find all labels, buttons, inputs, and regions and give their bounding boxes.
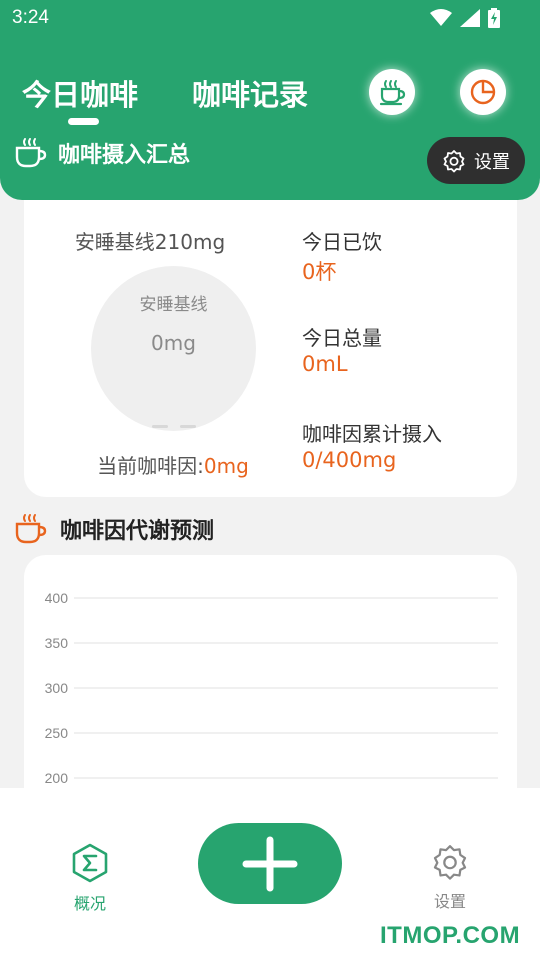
caffeine-total-value: 0/400mg	[302, 448, 397, 472]
gauge-value: 0mg	[151, 331, 196, 355]
today-volume-label: 今日总量	[302, 326, 382, 350]
gear-icon	[443, 149, 465, 172]
tab-coffee-record[interactable]: 咖啡记录	[192, 72, 308, 114]
status-icons	[430, 8, 500, 28]
summary-section-title: 咖啡摄入汇总	[14, 136, 190, 170]
today-cups-value: 0杯	[302, 260, 337, 284]
add-coffee-button[interactable]	[198, 823, 342, 904]
status-bar: 3:24	[0, 0, 540, 36]
y-tick-label: 200	[45, 770, 69, 786]
sleep-baseline-label: 安睡基线210mg	[74, 230, 226, 254]
gauge-tick-right	[180, 425, 196, 428]
y-tick-label: 300	[45, 680, 69, 696]
gauge-label: 安睡基线	[139, 295, 208, 315]
nav-settings[interactable]: 设置	[412, 843, 488, 912]
nav-overview[interactable]: 概况	[52, 843, 128, 914]
y-tick-label: 400	[45, 590, 69, 606]
current-caffeine: 当前咖啡因:0mg	[0, 450, 346, 479]
pie-chart-icon	[470, 79, 496, 105]
caffeine-total-label: 咖啡因累计摄入	[302, 422, 442, 446]
plus-icon	[242, 836, 298, 891]
y-tick-label: 250	[45, 725, 69, 741]
tab-today-coffee[interactable]: 今日咖啡	[22, 72, 138, 114]
settings-button-label: 设置	[474, 151, 510, 173]
metabolism-chart: 400 350 300 250 200	[45, 590, 498, 786]
gauge-tick-left	[152, 425, 168, 428]
active-tab-indicator	[68, 118, 99, 125]
coffee-cup-icon	[15, 138, 47, 168]
metabolism-chart-card: 400 350 300 250 200	[24, 555, 517, 815]
current-caffeine-value: 0mg	[203, 454, 249, 478]
coffee-cup-button[interactable]	[369, 69, 415, 115]
signal-icon	[460, 9, 480, 27]
today-volume-value: 0mL	[302, 352, 348, 376]
coffee-cup-icon	[379, 80, 406, 106]
metabolism-section-title: 咖啡因代谢预测	[14, 512, 214, 546]
y-tick-label: 350	[45, 635, 69, 651]
sigma-hexagon-icon	[72, 843, 108, 883]
battery-icon	[488, 8, 500, 28]
settings-button[interactable]: 设置	[427, 137, 525, 184]
watermark: ITMOP.COM	[380, 922, 521, 949]
gear-icon	[433, 845, 467, 880]
wifi-icon	[430, 9, 452, 26]
metabolism-title-text: 咖啡因代谢预测	[60, 519, 215, 544]
current-caffeine-label: 当前咖啡因:	[97, 454, 204, 478]
status-time: 3:24	[12, 7, 49, 28]
nav-overview-label: 概况	[73, 894, 106, 913]
summary-title-text: 咖啡摄入汇总	[58, 143, 191, 168]
today-cups-label: 今日已饮	[302, 230, 382, 254]
pie-chart-button[interactable]	[460, 69, 506, 115]
coffee-cup-icon	[15, 514, 47, 544]
nav-settings-label: 设置	[433, 892, 466, 911]
